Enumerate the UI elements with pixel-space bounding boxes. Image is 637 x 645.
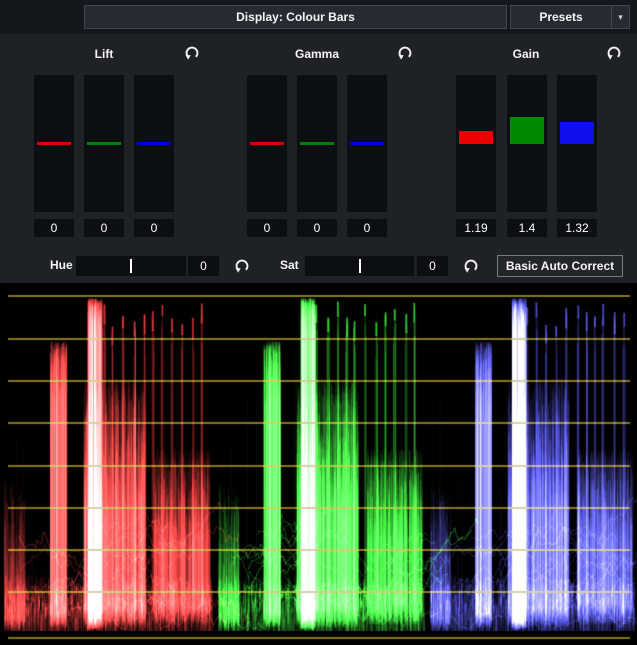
- sat-value[interactable]: 0: [417, 256, 448, 276]
- slider-fill: [350, 142, 384, 145]
- gamma-blue-value[interactable]: 0: [347, 219, 387, 237]
- lift-green-column: 0: [84, 75, 124, 237]
- gamma-red-value[interactable]: 0: [247, 219, 287, 237]
- lift-blue-slider[interactable]: [134, 75, 174, 212]
- gain-green-slider[interactable]: [507, 75, 547, 212]
- gain-red-value[interactable]: 1.19: [456, 219, 496, 237]
- gamma-blue-slider[interactable]: [347, 75, 387, 212]
- reset-icon[interactable]: [182, 44, 202, 64]
- gamma-green-column: 0: [297, 75, 337, 237]
- reset-icon[interactable]: [395, 44, 415, 64]
- hue-slider[interactable]: [76, 256, 186, 276]
- sat-slider[interactable]: [305, 256, 414, 276]
- gain-green-value[interactable]: 1.4: [507, 219, 547, 237]
- reset-icon[interactable]: [232, 257, 252, 277]
- gamma-blue-column: 0: [347, 75, 387, 237]
- slider-fill: [560, 122, 594, 144]
- slider-fill: [459, 131, 493, 144]
- slider-fill: [87, 142, 121, 145]
- display-mode-button[interactable]: Display: Colour Bars: [84, 5, 507, 29]
- slider-fill: [300, 142, 334, 145]
- hue-value[interactable]: 0: [188, 256, 219, 276]
- colour-correction-panel: Display: Colour Bars Presets ▾ Lift 0 0 …: [0, 0, 637, 645]
- chevron-down-icon[interactable]: ▾: [611, 6, 629, 28]
- gamma-green-value[interactable]: 0: [297, 219, 337, 237]
- gain-red-slider[interactable]: [456, 75, 496, 212]
- sat-label: Sat: [280, 258, 299, 272]
- lift-green-value[interactable]: 0: [84, 219, 124, 237]
- waveform-canvas: [0, 283, 637, 645]
- presets-label: Presets: [511, 6, 611, 28]
- section-gain: Gain 1.19 1.4 1.32: [456, 45, 623, 240]
- sat-slider-handle[interactable]: [359, 259, 361, 273]
- controls-panel: Display: Colour Bars Presets ▾ Lift 0 0 …: [0, 0, 637, 283]
- lift-green-slider[interactable]: [84, 75, 124, 212]
- reset-icon[interactable]: [604, 44, 624, 64]
- hue-slider-handle[interactable]: [130, 259, 132, 273]
- section-title-gain: Gain: [456, 47, 596, 61]
- lift-blue-value[interactable]: 0: [134, 219, 174, 237]
- gamma-green-slider[interactable]: [297, 75, 337, 212]
- gain-blue-slider[interactable]: [557, 75, 597, 212]
- top-bar: Display: Colour Bars Presets ▾: [0, 0, 637, 34]
- basic-auto-correct-button[interactable]: Basic Auto Correct: [497, 255, 623, 277]
- waveform-scope: [0, 283, 637, 645]
- presets-dropdown[interactable]: Presets ▾: [510, 5, 630, 29]
- gamma-red-slider[interactable]: [247, 75, 287, 212]
- section-title-gamma: Gamma: [247, 47, 387, 61]
- gamma-red-column: 0: [247, 75, 287, 237]
- lift-blue-column: 0: [134, 75, 174, 237]
- gain-red-column: 1.19: [456, 75, 496, 237]
- section-lift: Lift 0 0 0: [34, 45, 201, 240]
- lift-red-value[interactable]: 0: [34, 219, 74, 237]
- gain-green-column: 1.4: [507, 75, 547, 237]
- slider-fill: [37, 142, 71, 145]
- lift-red-slider[interactable]: [34, 75, 74, 212]
- slider-fill: [250, 142, 284, 145]
- hue-label: Hue: [50, 258, 73, 272]
- lift-red-column: 0: [34, 75, 74, 237]
- slider-fill: [137, 142, 171, 145]
- gain-blue-column: 1.32: [557, 75, 597, 237]
- gain-blue-value[interactable]: 1.32: [557, 219, 597, 237]
- slider-fill: [510, 117, 544, 144]
- reset-icon[interactable]: [461, 257, 481, 277]
- section-title-lift: Lift: [34, 47, 174, 61]
- section-gamma: Gamma 0 0 0: [247, 45, 414, 240]
